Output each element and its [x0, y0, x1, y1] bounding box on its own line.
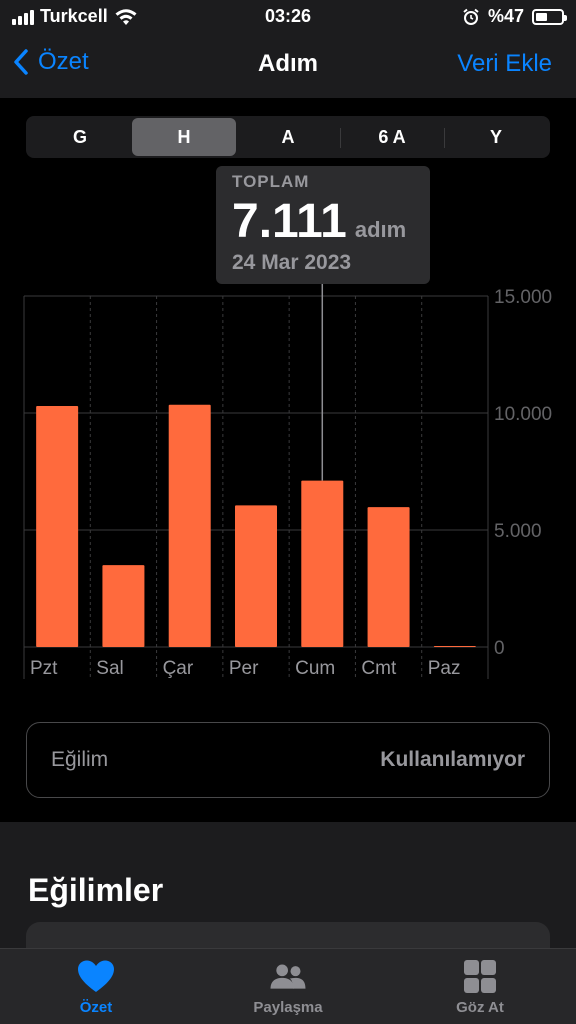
status-right: %47: [462, 6, 567, 27]
tab-summary-label: Özet: [79, 999, 113, 1016]
x-tick-label: Per: [229, 658, 259, 679]
x-tick-label: Cmt: [361, 658, 397, 679]
tab-bar: Özet Paylaşma Göz At: [0, 948, 576, 1024]
steps-chart[interactable]: 15.000 10.000 5.000 0 Pzt Sal Çar Per Cum Cmt Paz: [0, 284, 576, 684]
segment-week[interactable]: H: [132, 118, 236, 156]
x-tick-label: Sal: [96, 658, 123, 679]
chart-bar: [235, 505, 277, 647]
battery-percent: %47: [487, 6, 524, 26]
x-tick-label: Cum: [295, 658, 335, 679]
segment-day[interactable]: G: [28, 118, 132, 156]
tab-sharing[interactable]: Paylaşma: [192, 949, 384, 1024]
battery-fill: [536, 12, 547, 21]
chart-bar: [102, 565, 145, 647]
y-tick-label: 15.000: [494, 287, 552, 308]
tooltip-value-row: 7.111 adım: [232, 194, 414, 249]
trend-card[interactable]: Eğilim Kullanılamıyor: [26, 722, 550, 798]
chart-bar: [301, 480, 344, 647]
chart-bar: [433, 646, 476, 647]
tooltip-label: TOPLAM: [232, 172, 310, 191]
y-tick-label: 5.000: [494, 521, 542, 542]
tab-browse-label: Göz At: [456, 999, 504, 1016]
alarm-icon: [463, 8, 479, 25]
tooltip-date: 24 Mar 2023: [232, 251, 352, 274]
heart-icon: [78, 960, 114, 992]
selected-value-tooltip: TOPLAM 7.111 adım 24 Mar 2023: [216, 166, 430, 284]
chart-bar: [168, 404, 211, 647]
chart-svg: 15.000 10.000 5.000 0 Pzt Sal Çar Per Cum Cmt Paz: [23, 284, 552, 679]
x-tick-label: Çar: [163, 658, 194, 679]
add-data-button[interactable]: Veri Ekle: [457, 50, 552, 78]
navigation-bar: Özet Adım Veri Ekle: [0, 34, 576, 98]
tooltip-value: 7.111: [232, 195, 347, 248]
tab-sharing-label: Paylaşma: [253, 999, 323, 1016]
back-button[interactable]: Özet: [12, 48, 89, 76]
chart-bar: [36, 405, 79, 647]
grid-icon: [464, 960, 496, 993]
segment-six-months[interactable]: 6 A: [340, 118, 444, 156]
y-tick-label: 0: [494, 638, 505, 659]
x-tick-label: Pzt: [30, 658, 58, 679]
chevron-left-icon: [14, 49, 28, 75]
tab-summary[interactable]: Özet: [0, 949, 192, 1024]
tab-browse[interactable]: Göz At: [384, 949, 576, 1024]
tooltip-unit: adım: [354, 217, 407, 242]
segment-month[interactable]: A: [236, 118, 340, 156]
section-title: Eğilimler: [28, 872, 164, 908]
back-label: Özet: [38, 48, 89, 75]
x-tick-label: Paz: [428, 658, 461, 679]
trend-value: Kullanılamıyor: [380, 748, 525, 771]
time-range-segmented-control: G H A 6 A Y: [26, 116, 550, 158]
chart-bar: [367, 507, 410, 647]
battery-icon: [532, 8, 567, 25]
trend-label: Eğilim: [51, 748, 109, 771]
status-bar: Turkcell 03:26 %47: [0, 0, 576, 34]
people-icon: [270, 964, 306, 989]
segment-year[interactable]: Y: [444, 118, 548, 156]
y-tick-label: 10.000: [494, 404, 552, 425]
